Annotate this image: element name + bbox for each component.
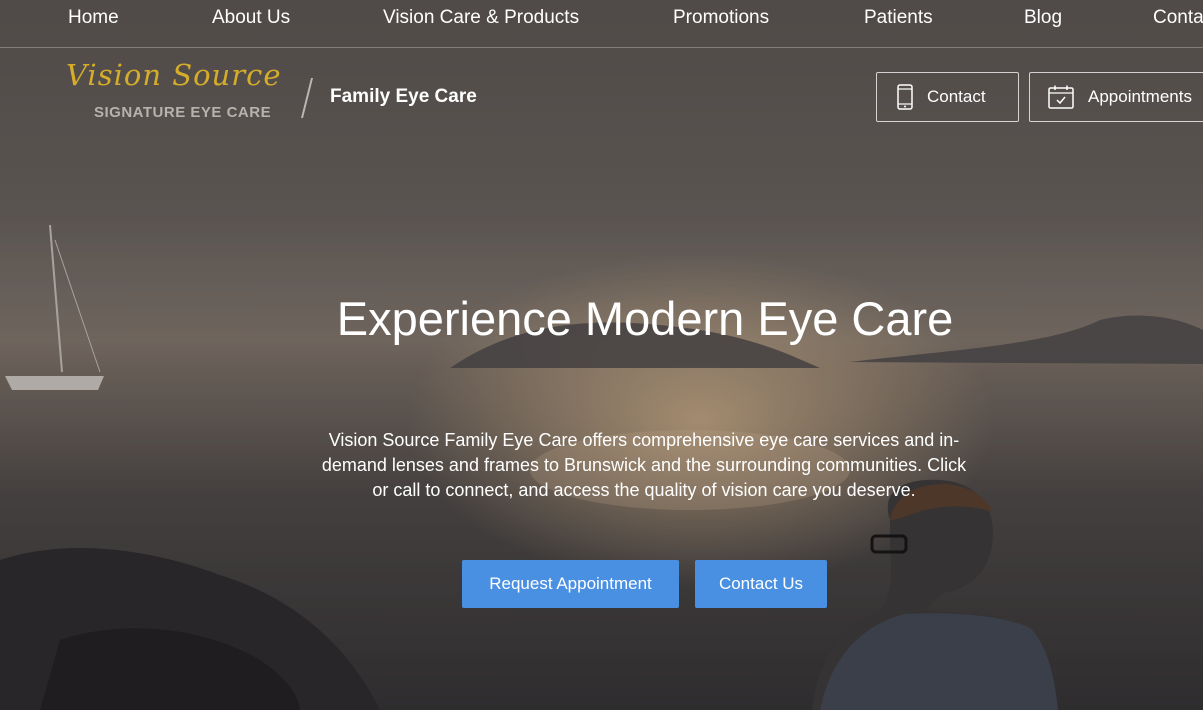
top-navigation: Home About Us Vision Care & Products Pro…	[0, 0, 1203, 48]
vision-source-logo[interactable]: Vision Source SIGNATURE EYE CARE	[66, 58, 306, 124]
header-appointments-button[interactable]: Appointments	[1029, 72, 1203, 122]
logo-subtitle: SIGNATURE EYE CARE	[94, 104, 272, 121]
phone-icon	[897, 84, 913, 110]
hero-title: Experience Modern Eye Care	[336, 292, 954, 345]
nav-contact[interactable]: Conta	[1153, 7, 1203, 29]
request-appointment-button[interactable]: Request Appointment	[462, 560, 679, 608]
practice-name: Family Eye Care	[330, 86, 477, 107]
header-appointments-label: Appointments	[1088, 87, 1192, 106]
nav-blog[interactable]: Blog	[1024, 7, 1062, 29]
nav-home[interactable]: Home	[68, 7, 119, 29]
logo-script-text: Vision Source	[66, 58, 282, 92]
nav-promotions[interactable]: Promotions	[673, 7, 769, 29]
header-contact-button[interactable]: Contact	[876, 72, 1019, 122]
contact-us-button[interactable]: Contact Us	[695, 560, 827, 608]
header-contact-label: Contact	[927, 87, 986, 106]
nav-vision-care-products[interactable]: Vision Care & Products	[383, 7, 579, 29]
nav-about-us[interactable]: About Us	[212, 7, 290, 29]
hero-description: Vision Source Family Eye Care offers com…	[321, 430, 967, 500]
calendar-icon	[1048, 85, 1074, 109]
nav-patients[interactable]: Patients	[864, 7, 933, 29]
